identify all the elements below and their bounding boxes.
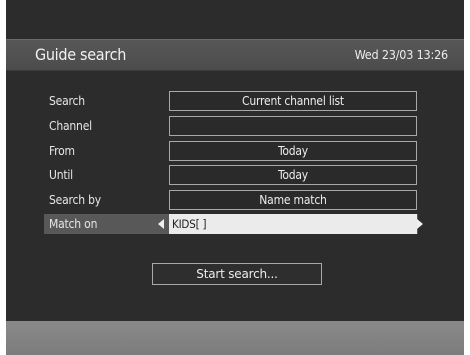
search-by-field[interactable]: Name match (169, 190, 417, 210)
channel-label: Channel (49, 119, 92, 133)
until-label: Until (49, 168, 73, 182)
start-search-button[interactable]: Start search... (152, 263, 322, 285)
channel-row[interactable]: Channel (44, 116, 418, 136)
match-on-label: Match on (49, 217, 98, 231)
footer-bar (6, 321, 464, 355)
from-field[interactable]: Today (169, 141, 417, 161)
until-row[interactable]: Until Today (44, 165, 418, 185)
search-by-label: Search by (49, 193, 101, 207)
tv-screen: Guide search Wed 23/03 13:26 Search Curr… (6, 0, 464, 355)
search-field[interactable]: Current channel list (169, 91, 417, 111)
search-label: Search (49, 94, 85, 108)
search-row[interactable]: Search Current channel list (44, 91, 418, 111)
match-on-input[interactable]: KIDS[ ] (169, 214, 423, 234)
from-row[interactable]: From Today (44, 141, 418, 161)
page-title: Guide search (35, 45, 127, 64)
header-bar: Guide search Wed 23/03 13:26 (6, 39, 464, 71)
arrow-left-icon[interactable] (158, 219, 164, 229)
arrow-right-icon[interactable] (417, 219, 423, 229)
match-on-row[interactable]: Match on KIDS[ ] (44, 214, 423, 234)
match-on-text: KIDS[ ] (172, 217, 207, 231)
from-label: From (49, 144, 75, 158)
channel-field[interactable] (169, 116, 417, 136)
search-by-row[interactable]: Search by Name match (44, 190, 418, 210)
until-field[interactable]: Today (169, 165, 417, 185)
datetime-display: Wed 23/03 13:26 (354, 47, 449, 62)
